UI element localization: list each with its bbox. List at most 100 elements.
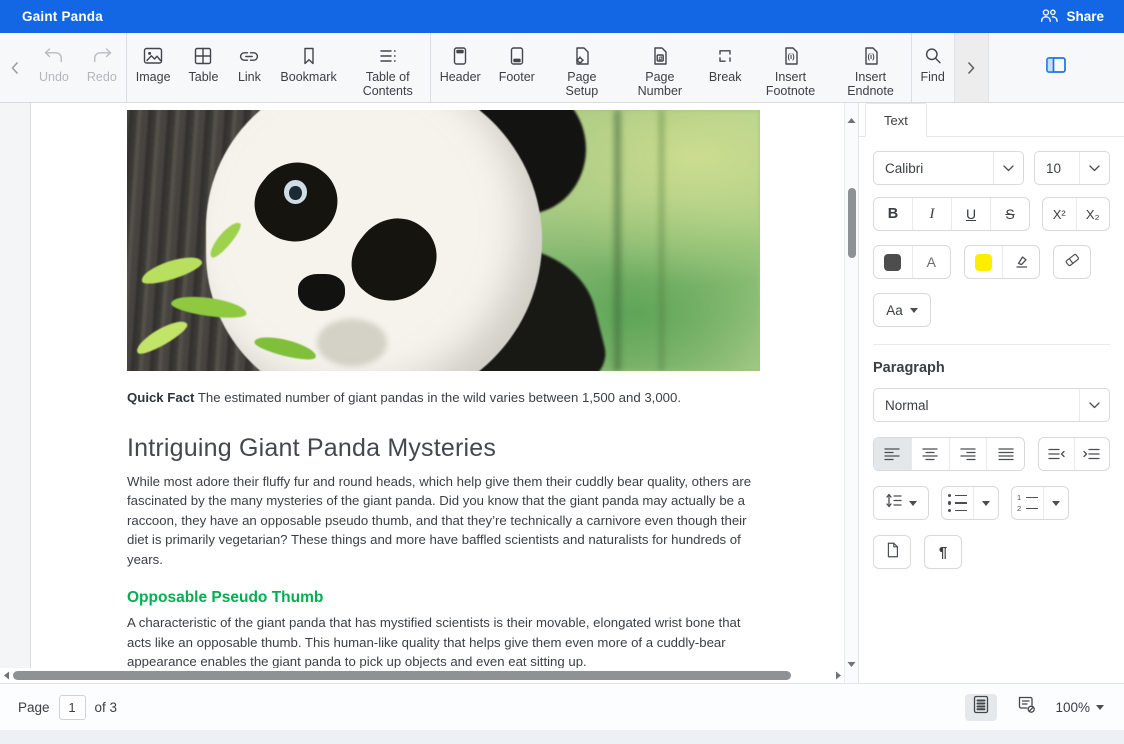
- footer-button[interactable]: Footer: [490, 33, 544, 102]
- paragraph-heading: Paragraph: [873, 360, 1110, 376]
- change-case-button[interactable]: Aa: [873, 293, 931, 327]
- insert-link-button[interactable]: Link: [227, 33, 271, 102]
- quick-fact-1: Quick Fact The estimated number of giant…: [127, 388, 760, 408]
- footer-icon: [505, 42, 529, 68]
- page-setup-button[interactable]: Page Setup: [544, 33, 620, 102]
- undo-icon: [42, 42, 66, 68]
- page-icon: [883, 541, 901, 564]
- page-navigation: Page of 3: [18, 695, 117, 720]
- document-paragraph-2: A characteristic of the giant panda that…: [127, 613, 760, 672]
- header-button[interactable]: Header: [431, 33, 490, 102]
- bookmark-icon: [297, 42, 321, 68]
- format-panel: Text Calibri 10: [858, 103, 1124, 683]
- align-left-button[interactable]: [874, 438, 911, 470]
- highlighter-button[interactable]: [1002, 246, 1040, 278]
- chevron-down-icon: [1079, 152, 1109, 184]
- redo-button[interactable]: Redo: [78, 33, 126, 102]
- panda-photo[interactable]: [127, 110, 760, 371]
- paragraph-style-select[interactable]: Normal: [873, 388, 1110, 422]
- line-spacing-button[interactable]: [873, 486, 929, 520]
- print-layout-view-button[interactable]: [965, 694, 997, 721]
- text-section: Calibri 10 B I: [859, 137, 1124, 345]
- numbered-list-button[interactable]: 1 2: [1012, 487, 1043, 519]
- chevron-down-icon: [993, 152, 1023, 184]
- align-justify-button[interactable]: [986, 438, 1024, 470]
- page-options-button[interactable]: [873, 535, 911, 569]
- page-number-button[interactable]: # Page Number: [620, 33, 700, 102]
- undo-button[interactable]: Undo: [30, 33, 78, 102]
- superscript-button[interactable]: X²: [1043, 198, 1076, 230]
- font-color-swatch-button[interactable]: [874, 246, 912, 278]
- vertical-scroll-thumb[interactable]: [848, 188, 856, 258]
- page-number-icon: #: [648, 42, 672, 68]
- font-color-swatch: [884, 254, 901, 271]
- panda-nose: [298, 274, 345, 311]
- document-heading: Intriguing Giant Panda Mysteries: [127, 434, 761, 463]
- highlight-color-swatch: [975, 254, 992, 271]
- underline-button[interactable]: U: [951, 198, 990, 230]
- share-button[interactable]: Share: [1040, 8, 1104, 26]
- table-icon: [191, 42, 215, 68]
- strikethrough-button[interactable]: S: [990, 198, 1029, 230]
- italic-button[interactable]: I: [912, 198, 951, 230]
- bookmark-button[interactable]: Bookmark: [271, 33, 345, 102]
- header-icon: [448, 42, 472, 68]
- toolbar-scroll-left-button[interactable]: [0, 33, 30, 102]
- statusbar: Page of 3 100%: [0, 683, 1124, 730]
- font-color-button[interactable]: A: [912, 246, 951, 278]
- no-markup-icon: [1017, 695, 1036, 719]
- insert-footnote-button[interactable]: (i) Insert Footnote: [751, 33, 831, 102]
- bullet-list-button[interactable]: [942, 487, 973, 519]
- bold-button[interactable]: B: [874, 198, 912, 230]
- paragraph-section: Paragraph Normal: [859, 345, 1124, 569]
- zoom-control[interactable]: 100%: [1055, 700, 1104, 715]
- app-window: Gaint Panda Share Undo Redo: [0, 0, 1124, 744]
- document-page[interactable]: Quick Fact The estimated number of giant…: [30, 103, 844, 683]
- main-area: Quick Fact The estimated number of giant…: [0, 103, 1124, 683]
- horizontal-scrollbar[interactable]: [0, 668, 844, 683]
- insert-footnote-icon: (i): [779, 42, 803, 68]
- horizontal-scroll-thumb[interactable]: [13, 671, 791, 680]
- align-right-button[interactable]: [949, 438, 987, 470]
- pilcrow-icon: ¶: [939, 544, 947, 561]
- bullet-list-icon: [948, 494, 968, 513]
- insert-endnote-icon: (i): [859, 42, 883, 68]
- font-size-select[interactable]: 10: [1034, 151, 1110, 185]
- break-icon: [713, 42, 737, 68]
- subscript-button[interactable]: X₂: [1076, 198, 1110, 230]
- toolbar-scroll-right-button[interactable]: [954, 33, 989, 102]
- page-total-label: of 3: [95, 700, 118, 715]
- bullet-list-dropdown[interactable]: [973, 487, 998, 519]
- scroll-right-arrow[interactable]: [832, 671, 844, 680]
- side-panel-toggle-button[interactable]: [1045, 56, 1067, 79]
- scroll-up-arrow[interactable]: [845, 111, 858, 129]
- page-setup-icon: [570, 42, 594, 68]
- insert-table-button[interactable]: Table: [180, 33, 228, 102]
- line-spacing-icon: [885, 493, 902, 513]
- highlight-color-swatch-button[interactable]: [965, 246, 1002, 278]
- highlighter-icon: [1012, 252, 1030, 273]
- page-content: Quick Fact The estimated number of giant…: [31, 103, 761, 683]
- clear-format-button[interactable]: [1053, 245, 1091, 279]
- window-bottom-strip: [0, 730, 1124, 744]
- page-label: Page: [18, 700, 50, 715]
- caret-down-icon: [910, 308, 918, 313]
- decrease-indent-button[interactable]: [1039, 438, 1074, 470]
- scroll-down-arrow[interactable]: [845, 655, 858, 673]
- insert-endnote-button[interactable]: (i) Insert Endnote: [831, 33, 911, 102]
- page-number-input[interactable]: [59, 695, 86, 720]
- increase-indent-button[interactable]: [1074, 438, 1110, 470]
- tab-text[interactable]: Text: [865, 103, 927, 137]
- insert-image-button[interactable]: Image: [127, 33, 180, 102]
- no-markup-view-button[interactable]: [1010, 694, 1042, 721]
- table-of-contents-button[interactable]: Table of Contents: [346, 33, 430, 102]
- show-formatting-marks-button[interactable]: ¶: [924, 535, 962, 569]
- font-family-select[interactable]: Calibri: [873, 151, 1024, 185]
- scroll-left-arrow[interactable]: [0, 671, 12, 680]
- align-center-button[interactable]: [911, 438, 949, 470]
- break-button[interactable]: Break: [700, 33, 751, 102]
- numbered-list-dropdown[interactable]: [1043, 487, 1068, 519]
- find-button[interactable]: Find: [912, 33, 954, 102]
- caret-down-icon: [909, 501, 917, 506]
- vertical-scrollbar[interactable]: [844, 103, 858, 683]
